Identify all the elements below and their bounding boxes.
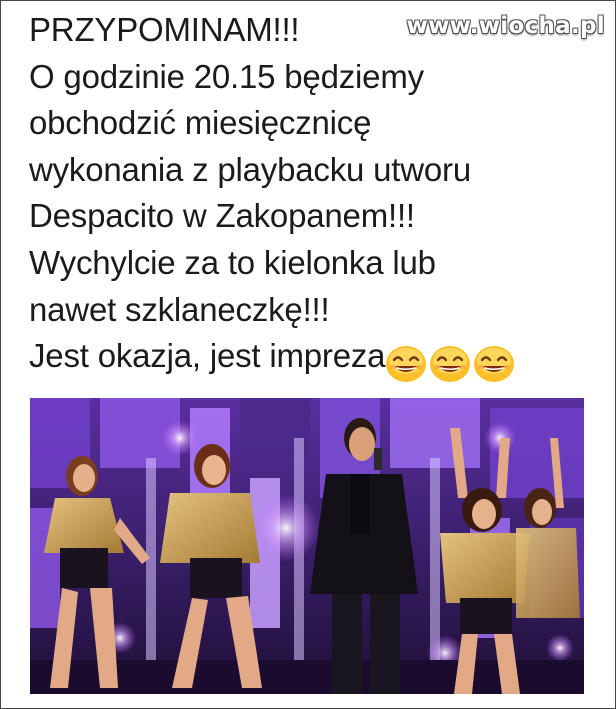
- post-line-last: Jest okazja, jest impreza: [29, 333, 609, 386]
- post-line: obchodzić miesięcznicę: [29, 104, 372, 142]
- post-line: O godzinie 20.15 będziemy: [29, 57, 424, 95]
- post-line: Despacito w Zakopanem!!!: [29, 197, 415, 235]
- emoji-group: [385, 339, 517, 386]
- microphone-shape: [374, 448, 382, 470]
- grinning-face-icon: [430, 346, 471, 383]
- post-line: Wychylcie za to kielonka lub: [29, 243, 436, 281]
- grinning-face-icon: [386, 346, 427, 383]
- post-line: nawet szklaneczkę!!!: [29, 290, 330, 328]
- post-line: wykonania z playbacku utworu: [29, 150, 471, 188]
- post-text: PRZYPOMINAM!!! O godzinie 20.15 będziemy…: [29, 7, 609, 386]
- stage-scene: [30, 398, 584, 694]
- stage-performance-photo: [30, 398, 584, 694]
- post-line: Jest okazja, jest impreza: [29, 337, 386, 375]
- post-line: PRZYPOMINAM!!!: [29, 11, 300, 48]
- meme-card: www.wiocha.pl PRZYPOMINAM!!! O godzinie …: [0, 0, 616, 709]
- grinning-face-icon: [474, 346, 515, 383]
